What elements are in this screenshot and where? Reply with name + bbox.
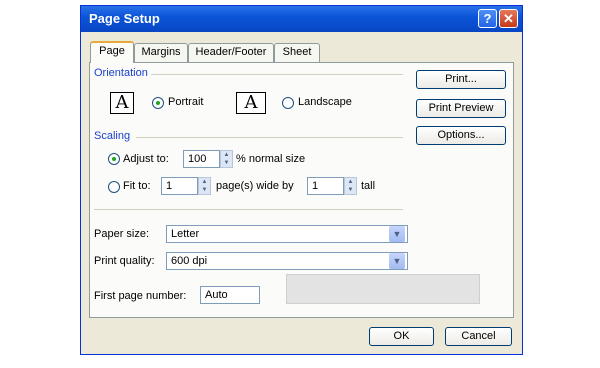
adjust-to-spinner[interactable]: ▲ ▼ bbox=[220, 150, 233, 168]
chevron-down-icon[interactable]: ▼ bbox=[389, 253, 405, 269]
title-bar[interactable]: Page Setup ? ✕ bbox=[81, 6, 522, 32]
print-button[interactable]: Print... bbox=[416, 70, 506, 89]
tab-page[interactable]: Page bbox=[90, 41, 134, 63]
tab-header-footer-label: Header/Footer bbox=[195, 46, 267, 58]
close-icon: ✕ bbox=[503, 11, 514, 26]
adjust-suffix: % normal size bbox=[236, 153, 306, 165]
print-preview-button[interactable]: Print Preview bbox=[416, 99, 506, 118]
orientation-divider bbox=[151, 74, 403, 75]
close-button[interactable]: ✕ bbox=[499, 9, 518, 28]
ok-button[interactable]: OK bbox=[369, 327, 434, 346]
portrait-radio-dot bbox=[156, 101, 160, 105]
adjust-to-radio-dot bbox=[112, 157, 116, 161]
help-button[interactable]: ? bbox=[478, 9, 497, 28]
paper-size-label: Paper size: bbox=[94, 228, 150, 240]
page-setup-dialog: Page Setup ? ✕ Page Margins Header/Foote… bbox=[80, 5, 523, 355]
tab-page-label: Page bbox=[99, 45, 125, 57]
dialog-title: Page Setup bbox=[89, 11, 160, 26]
adjust-to-radio[interactable] bbox=[108, 153, 120, 165]
fit-wide-spinner[interactable]: ▲ ▼ bbox=[198, 177, 211, 195]
tab-margins[interactable]: Margins bbox=[134, 43, 188, 62]
landscape-page-icon: A bbox=[236, 92, 266, 114]
fit-tall-input[interactable]: 1 bbox=[307, 177, 344, 195]
print-quality-value: 600 dpi bbox=[171, 255, 208, 267]
scaling-bottom-divider bbox=[94, 209, 403, 210]
paper-size-value: Letter bbox=[171, 228, 200, 240]
fit-to-radio[interactable] bbox=[108, 181, 120, 193]
fit-to-label[interactable]: Fit to: bbox=[123, 180, 151, 192]
fit-wide-suffix: page(s) wide by bbox=[216, 180, 294, 192]
tab-margins-label: Margins bbox=[141, 46, 181, 58]
fit-wide-input[interactable]: 1 bbox=[161, 177, 198, 195]
faded-preview-area bbox=[286, 274, 480, 304]
paper-size-select[interactable]: Letter ▼ bbox=[166, 225, 408, 243]
print-quality-label: Print quality: bbox=[94, 255, 155, 267]
print-quality-select[interactable]: 600 dpi ▼ bbox=[166, 252, 408, 270]
orientation-group-label: Orientation bbox=[94, 67, 148, 79]
scaling-group-label: Scaling bbox=[94, 130, 131, 142]
options-button[interactable]: Options... bbox=[416, 126, 506, 145]
adjust-to-label[interactable]: Adjust to: bbox=[123, 153, 169, 165]
portrait-page-icon: A bbox=[110, 92, 134, 114]
landscape-label[interactable]: Landscape bbox=[298, 96, 352, 108]
fit-tall-spinner[interactable]: ▲ ▼ bbox=[344, 177, 357, 195]
first-page-number-input[interactable]: Auto bbox=[200, 286, 260, 304]
tab-sheet-label: Sheet bbox=[282, 46, 312, 58]
portrait-label[interactable]: Portrait bbox=[168, 96, 203, 108]
tab-sheet[interactable]: Sheet bbox=[274, 43, 320, 62]
help-icon: ? bbox=[483, 11, 492, 26]
fit-tall-suffix: tall bbox=[361, 180, 376, 192]
cancel-button[interactable]: Cancel bbox=[445, 327, 512, 346]
landscape-radio[interactable] bbox=[282, 97, 294, 109]
portrait-radio[interactable] bbox=[152, 97, 164, 109]
adjust-to-input[interactable]: 100 bbox=[183, 150, 220, 168]
scaling-divider bbox=[136, 137, 403, 138]
first-page-number-label: First page number: bbox=[94, 290, 187, 302]
chevron-down-icon[interactable]: ▼ bbox=[389, 226, 405, 242]
tab-header-footer[interactable]: Header/Footer bbox=[188, 43, 274, 62]
